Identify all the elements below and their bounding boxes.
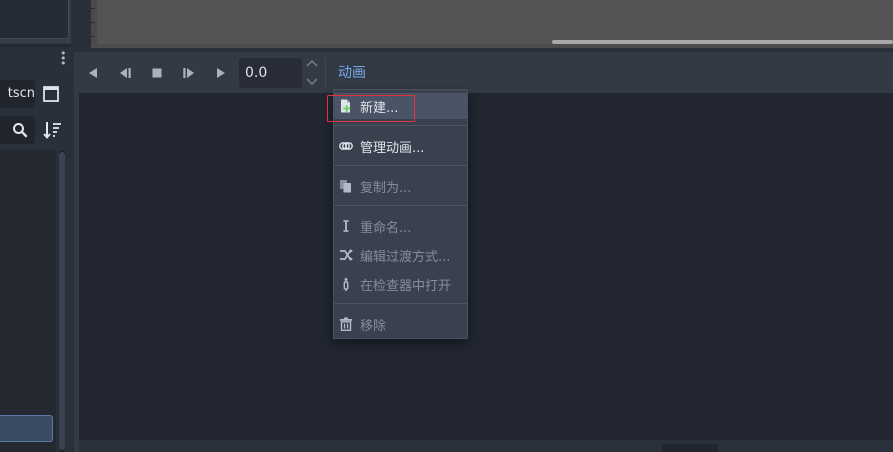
play-from-start-icon[interactable]	[180, 64, 198, 82]
rename-icon	[339, 219, 353, 233]
menu-item-open-in-inspector[interactable]: 在检查器中打开	[334, 271, 467, 297]
viewport-hscrollbar[interactable]	[552, 40, 893, 44]
viewport-scroll-track[interactable]	[91, 44, 893, 48]
menu-separator	[334, 205, 467, 206]
annotation-highlight-box	[327, 95, 415, 122]
search-icon[interactable]	[11, 121, 29, 139]
menu-item-remove[interactable]: 移除	[334, 311, 467, 337]
sort-icon[interactable]	[42, 119, 64, 141]
animation-library-icon	[339, 139, 353, 153]
tree-scrollbar-grabber[interactable]	[59, 152, 65, 450]
menu-item-label: 编辑过渡方式...	[360, 249, 451, 265]
animation-popup-menu: 新建... 管理动画... 复制为... 重命名... 编辑过渡方式... 在检…	[333, 89, 468, 339]
ruler-tick	[91, 22, 95, 23]
time-spinner-icon[interactable]	[304, 56, 320, 90]
menu-item-rename[interactable]: 重命名...	[334, 213, 467, 239]
menu-item-label: 复制为...	[360, 180, 412, 196]
menu-separator	[334, 165, 467, 166]
menu-separator	[334, 303, 467, 304]
remove-icon	[339, 317, 353, 331]
blend-transitions-icon	[339, 248, 353, 262]
menu-item-label: 移除	[360, 318, 387, 334]
menu-separator	[334, 125, 467, 126]
menu-item-label: 重命名...	[360, 220, 412, 236]
menu-item-duplicate-as[interactable]: 复制为...	[334, 173, 467, 199]
animation-track-editor[interactable]	[79, 93, 893, 440]
tree-selected-row[interactable]	[0, 415, 53, 442]
scene-tree[interactable]	[0, 150, 56, 452]
toolbar-separator	[325, 58, 326, 88]
stop-icon[interactable]	[148, 64, 166, 82]
play-icon[interactable]	[212, 64, 230, 82]
menu-item-manage-animations[interactable]: 管理动画...	[334, 133, 467, 159]
menu-item-label: 在检查器中打开	[360, 278, 452, 294]
window-icon[interactable]	[41, 84, 61, 104]
ruler-tick	[91, 8, 95, 9]
play-backwards-icon[interactable]	[84, 64, 102, 82]
inspector-icon	[339, 277, 353, 291]
menu-item-label: 管理动画...	[360, 140, 425, 156]
animation-time-field[interactable]: 0.0	[239, 58, 302, 88]
dock-options-icon[interactable]: • • •	[60, 48, 67, 69]
bottom-bar-control[interactable]	[662, 444, 718, 452]
play-backwards-from-end-icon[interactable]	[116, 64, 134, 82]
scene-file-label: tscn	[7, 86, 35, 101]
track-editor-bottom-bar	[79, 440, 893, 452]
scene-file-field[interactable]: tscn	[0, 80, 35, 108]
ruler-tick	[91, 36, 95, 37]
duplicate-icon	[339, 179, 353, 193]
menu-item-edit-transitions[interactable]: 编辑过渡方式...	[334, 242, 467, 268]
animation-menu-button[interactable]: 动画	[332, 58, 372, 88]
left-dock-top-panel	[0, 0, 69, 39]
